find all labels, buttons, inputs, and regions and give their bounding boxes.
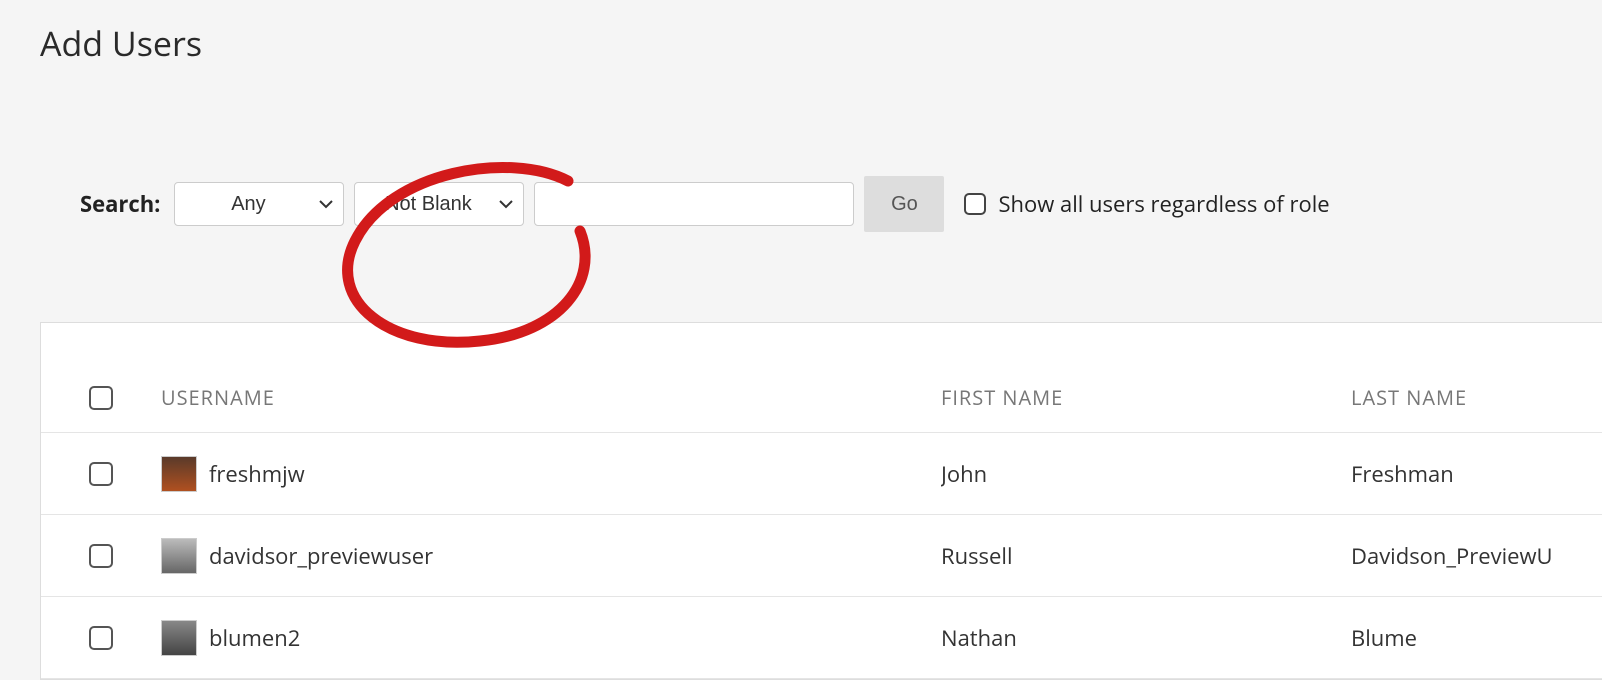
search-field-select[interactable]: Any — [174, 182, 344, 226]
search-condition-select-wrap: Not Blank — [354, 182, 524, 226]
cell-last-name: Davidson_PreviewU — [1351, 541, 1602, 571]
col-header-username: USERNAME — [161, 384, 941, 411]
select-all-cell — [41, 386, 161, 410]
cell-last-name: Blume — [1351, 623, 1602, 653]
avatar — [161, 620, 197, 656]
cell-first-name: Nathan — [941, 623, 1351, 653]
search-condition-select[interactable]: Not Blank — [354, 182, 524, 226]
show-all-label: Show all users regardless of role — [998, 189, 1329, 219]
select-all-checkbox[interactable] — [89, 386, 113, 410]
page-title: Add Users — [0, 0, 1602, 66]
avatar — [161, 538, 197, 574]
row-checkbox[interactable] — [89, 462, 113, 486]
search-label: Search: — [80, 189, 160, 219]
show-all-toggle: Show all users regardless of role — [964, 189, 1329, 219]
avatar — [161, 456, 197, 492]
users-table: USERNAME FIRST NAME LAST NAME freshmjw J… — [40, 322, 1602, 680]
table-row: freshmjw John Freshman — [41, 433, 1602, 515]
row-checkbox[interactable] — [89, 544, 113, 568]
search-text-input[interactable] — [534, 182, 854, 226]
cell-first-name: Russell — [941, 541, 1351, 571]
show-all-checkbox[interactable] — [964, 193, 986, 215]
cell-username: blumen2 — [209, 623, 300, 653]
search-go-button[interactable]: Go — [864, 176, 944, 232]
cell-first-name: John — [941, 459, 1351, 489]
search-row: Search: Any Not Blank Go Show all users … — [0, 66, 1602, 232]
cell-username: freshmjw — [209, 459, 305, 489]
row-checkbox[interactable] — [89, 626, 113, 650]
table-header-row: USERNAME FIRST NAME LAST NAME — [41, 363, 1602, 433]
col-header-last-name: LAST NAME — [1351, 384, 1602, 411]
col-header-first-name: FIRST NAME — [941, 384, 1351, 411]
table-row: davidsor_previewuser Russell Davidson_Pr… — [41, 515, 1602, 597]
cell-username: davidsor_previewuser — [209, 541, 433, 571]
cell-last-name: Freshman — [1351, 459, 1602, 489]
search-field-select-wrap: Any — [174, 182, 344, 226]
table-row: blumen2 Nathan Blume — [41, 597, 1602, 679]
